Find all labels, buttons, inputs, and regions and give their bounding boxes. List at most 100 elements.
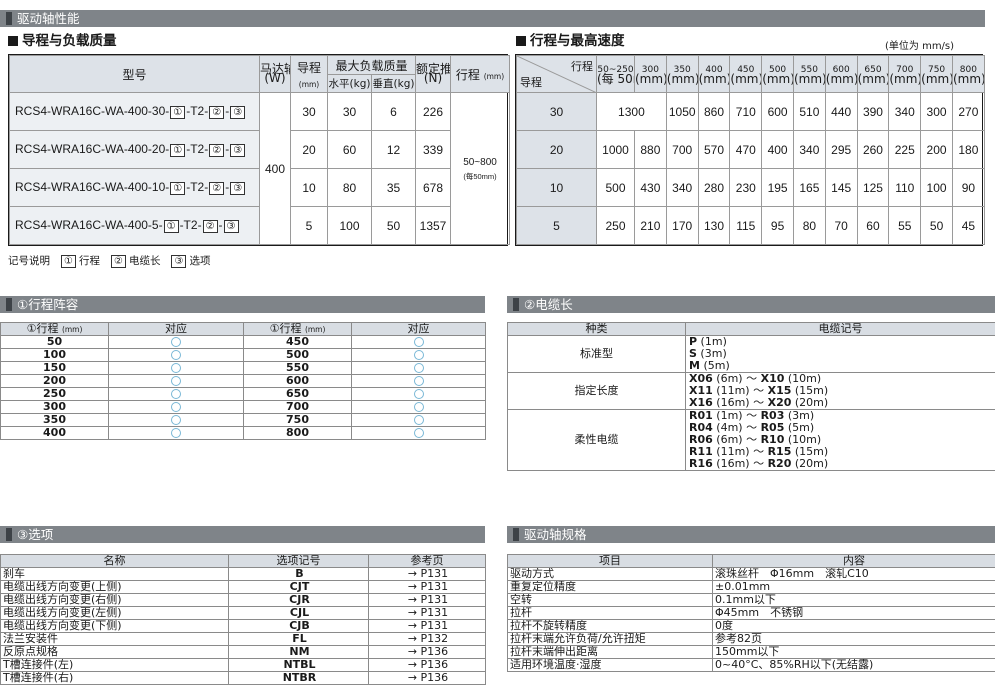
cable-table-wrap: 种类 电缆记号 标准型 P (1m) S (3m) M (5m) 指定长度 X06… — [507, 322, 995, 471]
speed-lead: 10 — [516, 168, 597, 207]
speed-value: 270 — [951, 92, 985, 131]
col-spec-content: 内容 — [712, 554, 995, 568]
speed-value: 295 — [824, 130, 858, 169]
load-table-panel: 型号 马达输出(W) 导程(mm) 最大负载质量 额定推力(N) 行程 (mm)… — [8, 54, 511, 246]
spec-content: Φ45mm 不锈钢 — [712, 606, 995, 620]
circle-icon — [171, 363, 181, 373]
circle-icon — [413, 402, 424, 412]
cable-codes-specified: X06 (6m) ～ X10 (10m) X11 (11m) ～ X15 (15… — [685, 372, 995, 410]
option-page: → P131 — [368, 567, 486, 581]
stroke-value: 50 — [46, 335, 63, 348]
col-maxload: 最大负载质量 — [326, 55, 417, 75]
speed-value: 130 — [697, 206, 731, 245]
col-support-left: 对应 — [108, 322, 244, 336]
stroke-value: 800 — [286, 426, 309, 439]
speed-value: 210 — [634, 206, 667, 245]
spec-item: 适用环境温度·湿度 — [507, 658, 713, 672]
spec-item: 重复定位精度 — [507, 580, 713, 594]
stroke-value: 200 — [43, 374, 66, 387]
speed-value: 340 — [665, 168, 699, 207]
spec-item: 拉杆末端伸出距离 — [507, 645, 713, 659]
speed-value: 50 — [920, 206, 953, 245]
speed-col: 800 (mm) — [951, 55, 985, 93]
col-vertical: 垂直(kg) — [370, 74, 417, 93]
corner-stroke-label: 行程 — [571, 60, 593, 73]
option-name: 反原点规格 — [0, 645, 229, 659]
rated-thrust: 339 — [415, 130, 452, 169]
load-table: 型号 马达输出(W) 导程(mm) 最大负载质量 额定推力(N) 行程 (mm)… — [9, 55, 511, 245]
vertical-load: 50 — [370, 206, 417, 245]
spec-content: 150mm以下 — [712, 645, 995, 659]
option-name: T槽连接件(右) — [0, 671, 229, 685]
speed-value: 430 — [634, 168, 667, 207]
section-header-options: ③选项 — [0, 526, 485, 543]
option-name: 电缆出线方向变更(上侧) — [0, 580, 229, 594]
spec-item: 拉杆末端允许负荷/允许扭矩 — [507, 632, 713, 646]
section-marker — [513, 528, 519, 541]
speed-value: 700 — [665, 130, 699, 169]
option-page: → P131 — [368, 619, 486, 633]
spec-content: ±0.01mm — [712, 580, 995, 594]
section-header-cable: ②电缆长 — [507, 296, 995, 313]
col-spec-item: 项目 — [507, 554, 713, 568]
cable-table: 种类 电缆记号 标准型 P (1m) S (3m) M (5m) 指定长度 X06… — [507, 322, 995, 471]
speed-value: 195 — [761, 168, 794, 207]
model-cell: RCS4-WRA16C-WA-400-10- ① -T2- ② - ③ — [9, 168, 260, 207]
speed-value: 170 — [665, 206, 699, 245]
speed-value: 180 — [951, 130, 985, 169]
speed-value: 60 — [856, 206, 890, 245]
stroke-value: 400 — [43, 426, 66, 439]
speed-value: 200 — [920, 130, 953, 169]
speed-value: 125 — [856, 168, 890, 207]
section-marker — [6, 298, 12, 311]
cable-type-specified: 指定长度 — [507, 372, 686, 410]
option-name: 电缆出线方向变更(左侧) — [0, 606, 229, 620]
stroke-table: ①行程 (mm) 对应 ①行程 (mm) 对应 50 450 100 500 150… — [0, 322, 486, 440]
col-horizontal: 水平(kg) — [327, 74, 372, 93]
stroke-value: 750 — [286, 413, 309, 426]
corner-lead-label: 导程 — [520, 76, 542, 89]
speed-value: 500 — [596, 168, 635, 207]
option-page: → P131 — [368, 606, 486, 620]
option-page: → P136 — [368, 671, 486, 685]
stroke-value: 600 — [286, 374, 309, 387]
lead-value: 20 — [290, 130, 328, 169]
circle-icon — [413, 363, 424, 373]
speed-value: 570 — [697, 130, 731, 169]
col-option-page: 参考页 — [368, 554, 486, 568]
speed-col: 450 (mm) — [729, 55, 763, 93]
speed-value: 70 — [824, 206, 858, 245]
speed-value: 880 — [634, 130, 667, 169]
model-cell: RCS4-WRA16C-WA-400-20- ① -T2- ② - ③ — [9, 130, 260, 169]
section-header-spec: 驱动轴规格 — [507, 526, 995, 543]
rated-thrust: 678 — [415, 168, 452, 207]
speed-value: 340 — [888, 92, 922, 131]
speed-lead: 5 — [516, 206, 597, 245]
cable-codes-flexible: R01 (1m) ～ R03 (3m) R04 (4m) ～ R05 (5m) … — [685, 409, 995, 471]
speed-col: 600 (mm) — [824, 55, 858, 93]
circle-icon — [171, 428, 181, 438]
speed-col: 350 (mm) — [665, 55, 699, 93]
horizontal-load: 100 — [327, 206, 372, 245]
speed-value: 440 — [824, 92, 858, 131]
option-name: 电缆出线方向变更(右侧) — [0, 593, 229, 607]
stroke-range: 50~800 (每50mm) — [450, 92, 511, 245]
col-option-name: 名称 — [0, 554, 229, 568]
spec-content: 0.1mm以下 — [712, 593, 995, 607]
section-header-performance: 驱动轴性能 — [0, 10, 985, 27]
option-page: → P131 — [368, 593, 486, 607]
stroke-value: 650 — [286, 387, 309, 400]
speed-subtitle: 行程与最高速度 — [516, 33, 625, 50]
model-cell: RCS4-WRA16C-WA-400-5- ① -T2- ② - ③ — [9, 206, 260, 245]
stroke-value: 100 — [43, 348, 66, 361]
circle-icon — [171, 376, 181, 386]
spec-item: 驱动方式 — [507, 567, 713, 581]
speed-value: 260 — [856, 130, 890, 169]
speed-value: 340 — [792, 130, 826, 169]
lead-value: 10 — [290, 168, 328, 207]
circle-icon — [413, 415, 424, 425]
lead-value: 5 — [290, 206, 328, 245]
speed-value: 600 — [761, 92, 794, 131]
option-code: FL — [292, 632, 307, 645]
stroke-table-wrap: ①行程 (mm) 对应 ①行程 (mm) 对应 50 450 100 500 150… — [0, 322, 486, 440]
